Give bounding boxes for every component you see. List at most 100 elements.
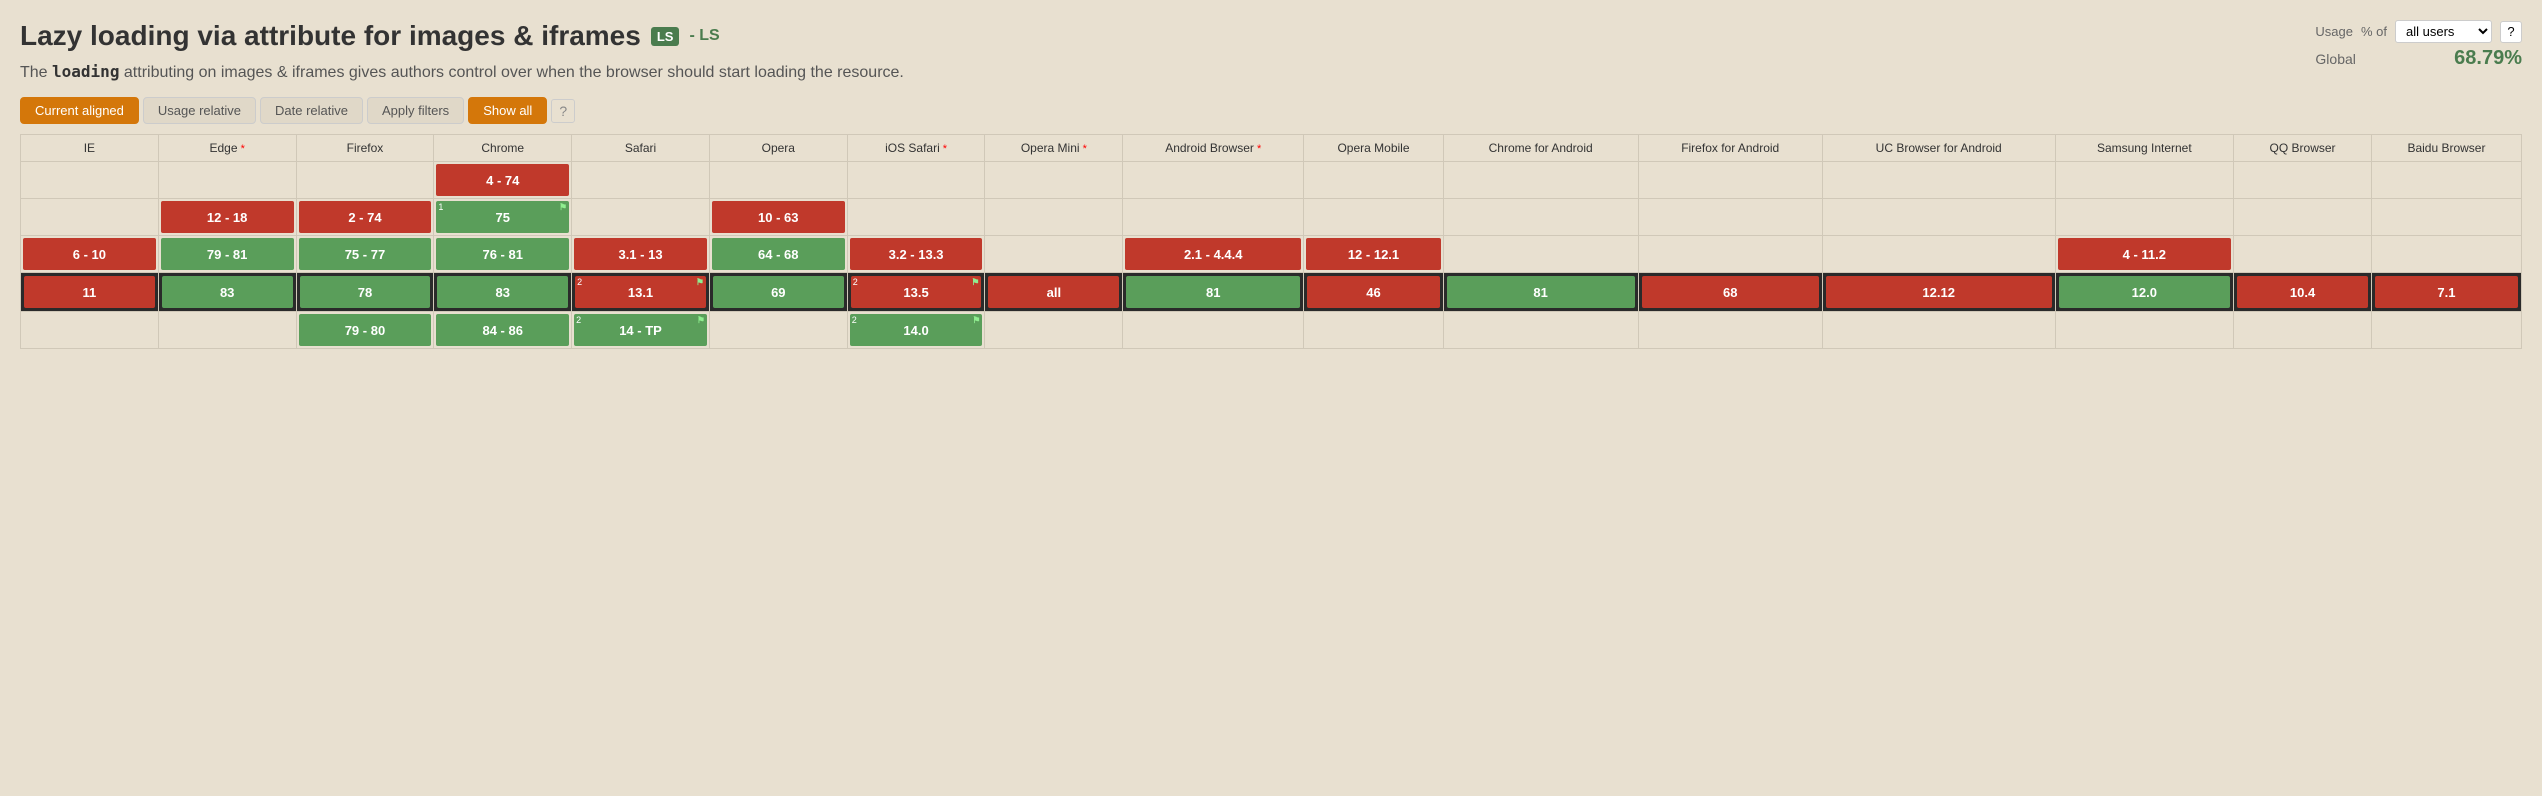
usage-row: Usage % of all users ? [2315, 20, 2522, 43]
th-uc-browser: UC Browser for Android [1822, 135, 2055, 162]
cell-ios-3-13: 3.2 - 13.3 [847, 236, 985, 273]
cell-edge-empty5 [158, 312, 296, 349]
apply-filters-button[interactable]: Apply filters [367, 97, 464, 124]
cell-chromeandroid-empty [1443, 162, 1638, 199]
th-opera-mini: Opera Mini * [985, 135, 1123, 162]
cell-firefoxandroid-68-current: 68 [1638, 273, 1822, 312]
th-android-browser: Android Browser * [1123, 135, 1304, 162]
th-safari: Safari [572, 135, 710, 162]
cell-chrome-75: 1 75 ⚑ [434, 199, 572, 236]
cell-uc-empty [1822, 162, 2055, 199]
cell-ie-11-current: 11 [21, 273, 159, 312]
cell-operamobile-46-current: 46 [1304, 273, 1444, 312]
cell-ios-empty2 [847, 199, 985, 236]
cell-operamini-empty2 [985, 199, 1123, 236]
cell-firefox-75-77: 75 - 77 [296, 236, 434, 273]
cell-uc-empty2 [1822, 199, 2055, 236]
cell-edge-12-18: 12 - 18 [158, 199, 296, 236]
cell-qq-empty [2234, 162, 2372, 199]
date-relative-button[interactable]: Date relative [260, 97, 363, 124]
cell-opera-69-current: 69 [709, 273, 847, 312]
cell-firefoxandroid-empty2 [1638, 199, 1822, 236]
desc-part2: attributing on images & iframes gives au… [119, 64, 903, 81]
th-ios-safari: iOS Safari * [847, 135, 985, 162]
cell-opera-64-68: 64 - 68 [709, 236, 847, 273]
th-opera: Opera [709, 135, 847, 162]
th-firefox: Firefox [296, 135, 434, 162]
desc-code: loading [52, 62, 119, 81]
cell-safari-131-current: 2 13.1 ⚑ [572, 273, 710, 312]
cell-chromeandroid-empty3 [1443, 236, 1638, 273]
global-row: Global 68.79% [2315, 47, 2522, 70]
cell-baidu-empty [2371, 162, 2521, 199]
cell-safari-empty2 [572, 199, 710, 236]
cell-android-2-4: 2.1 - 4.4.4 [1123, 236, 1304, 273]
percent-label: % of [2361, 24, 2387, 39]
cell-firefoxandroid-empty [1638, 162, 1822, 199]
cell-uc-1212-current: 12.12 [1822, 273, 2055, 312]
cell-chrome-83-current: 83 [434, 273, 572, 312]
cell-uc-empty3 [1822, 236, 2055, 273]
global-percent: 68.79% [2454, 47, 2522, 70]
user-select[interactable]: all users [2395, 20, 2492, 43]
cell-baidu-empty3 [2371, 236, 2521, 273]
th-ie: IE [21, 135, 159, 162]
cell-safari-14tp: 2 14 - TP ⚑ [572, 312, 710, 349]
cell-samsung-empty [2055, 162, 2234, 199]
cell-android-81-current: 81 [1123, 273, 1304, 312]
th-chrome-android: Chrome for Android [1443, 135, 1638, 162]
cell-ios-14: 2 14.0 ⚑ [847, 312, 985, 349]
title-text: Lazy loading via attribute for images & … [20, 20, 641, 52]
th-firefox-android: Firefox for Android [1638, 135, 1822, 162]
current-aligned-button[interactable]: Current aligned [20, 97, 139, 124]
page-title: Lazy loading via attribute for images & … [20, 20, 2315, 52]
filter-bar: Current aligned Usage relative Date rela… [20, 97, 2522, 124]
cell-chromeandroid-empty2 [1443, 199, 1638, 236]
cell-safari-3-13: 3.1 - 13 [572, 236, 710, 273]
th-samsung: Samsung Internet [2055, 135, 2234, 162]
table-row: 12 - 18 2 - 74 1 75 ⚑ 10 - 63 [21, 199, 2522, 236]
usage-panel: Usage % of all users ? Global 68.79% [2315, 20, 2522, 70]
global-label: Global [2315, 51, 2355, 67]
cell-baidu-empty2 [2371, 199, 2521, 236]
ls-dash: - LS [689, 27, 719, 45]
cell-samsung-120-current: 12.0 [2055, 273, 2234, 312]
cell-operamobile-12: 12 - 12.1 [1304, 236, 1444, 273]
header-row: IE Edge * Firefox Chrome Safari Opera iO… [21, 135, 2522, 162]
cell-uc-empty5 [1822, 312, 2055, 349]
usage-relative-button[interactable]: Usage relative [143, 97, 256, 124]
usage-label: Usage [2315, 24, 2353, 39]
cell-firefox-78-current: 78 [296, 273, 434, 312]
ls-badge: LS [651, 27, 680, 46]
cell-operamobile-empty [1304, 162, 1444, 199]
cell-edge-empty [158, 162, 296, 199]
cell-safari-empty [572, 162, 710, 199]
cell-edge-79-81: 79 - 81 [158, 236, 296, 273]
cell-ios-empty [847, 162, 985, 199]
filter-help-button[interactable]: ? [551, 99, 575, 123]
page-wrapper: Lazy loading via attribute for images & … [0, 0, 2542, 359]
cell-ie-6-10: 6 - 10 [21, 236, 159, 273]
cell-baidu-empty5 [2371, 312, 2521, 349]
th-baidu: Baidu Browser [2371, 135, 2521, 162]
cell-firefoxandroid-empty3 [1638, 236, 1822, 273]
title-section: Lazy loading via attribute for images & … [20, 20, 2315, 85]
cell-ie-empty5 [21, 312, 159, 349]
cell-baidu-71-current: 7.1 [2371, 273, 2521, 312]
cell-ie-empty [21, 162, 159, 199]
cell-qq-empty3 [2234, 236, 2372, 273]
usage-help-button[interactable]: ? [2500, 21, 2522, 43]
cell-firefox-79-80: 79 - 80 [296, 312, 434, 349]
cell-opera-empty [709, 162, 847, 199]
cell-ie-empty2 [21, 199, 159, 236]
table-container: IE Edge * Firefox Chrome Safari Opera iO… [20, 134, 2522, 349]
cell-chrome-76-81: 76 - 81 [434, 236, 572, 273]
show-all-button[interactable]: Show all [468, 97, 547, 124]
cell-firefox-empty [296, 162, 434, 199]
header-area: Lazy loading via attribute for images & … [20, 20, 2522, 85]
cell-ios-135-current: 2 13.5 ⚑ [847, 273, 985, 312]
th-opera-mobile: Opera Mobile [1304, 135, 1444, 162]
cell-android-empty5 [1123, 312, 1304, 349]
cell-android-empty2 [1123, 199, 1304, 236]
cell-firefox-2-74: 2 - 74 [296, 199, 434, 236]
